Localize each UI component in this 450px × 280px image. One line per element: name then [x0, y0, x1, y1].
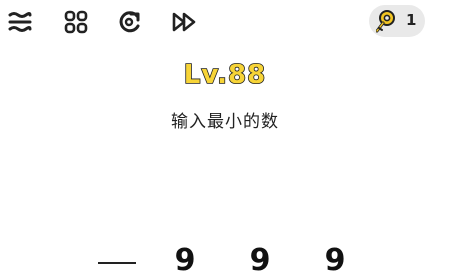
- answer-input-slot[interactable]: [98, 262, 136, 264]
- grid-icon: [64, 10, 88, 34]
- digit-1[interactable]: 9: [170, 243, 200, 279]
- key-counter[interactable]: 1: [369, 5, 425, 37]
- key-count: 1: [406, 11, 417, 29]
- level-select-button[interactable]: [61, 8, 91, 36]
- skip-button[interactable]: [170, 8, 200, 36]
- menu-icon: [8, 12, 32, 32]
- top-toolbar: 1: [0, 0, 450, 44]
- skip-icon: [172, 12, 196, 32]
- key-icon: [376, 10, 395, 33]
- restart-icon: [119, 11, 140, 33]
- menu-button[interactable]: [5, 8, 35, 36]
- digit-3[interactable]: 9: [320, 243, 350, 279]
- level-title: Lv.88: [183, 59, 267, 91]
- digit-2[interactable]: 9: [245, 243, 275, 279]
- question-text: 输入最小的数: [171, 112, 279, 132]
- restart-button[interactable]: [115, 8, 145, 36]
